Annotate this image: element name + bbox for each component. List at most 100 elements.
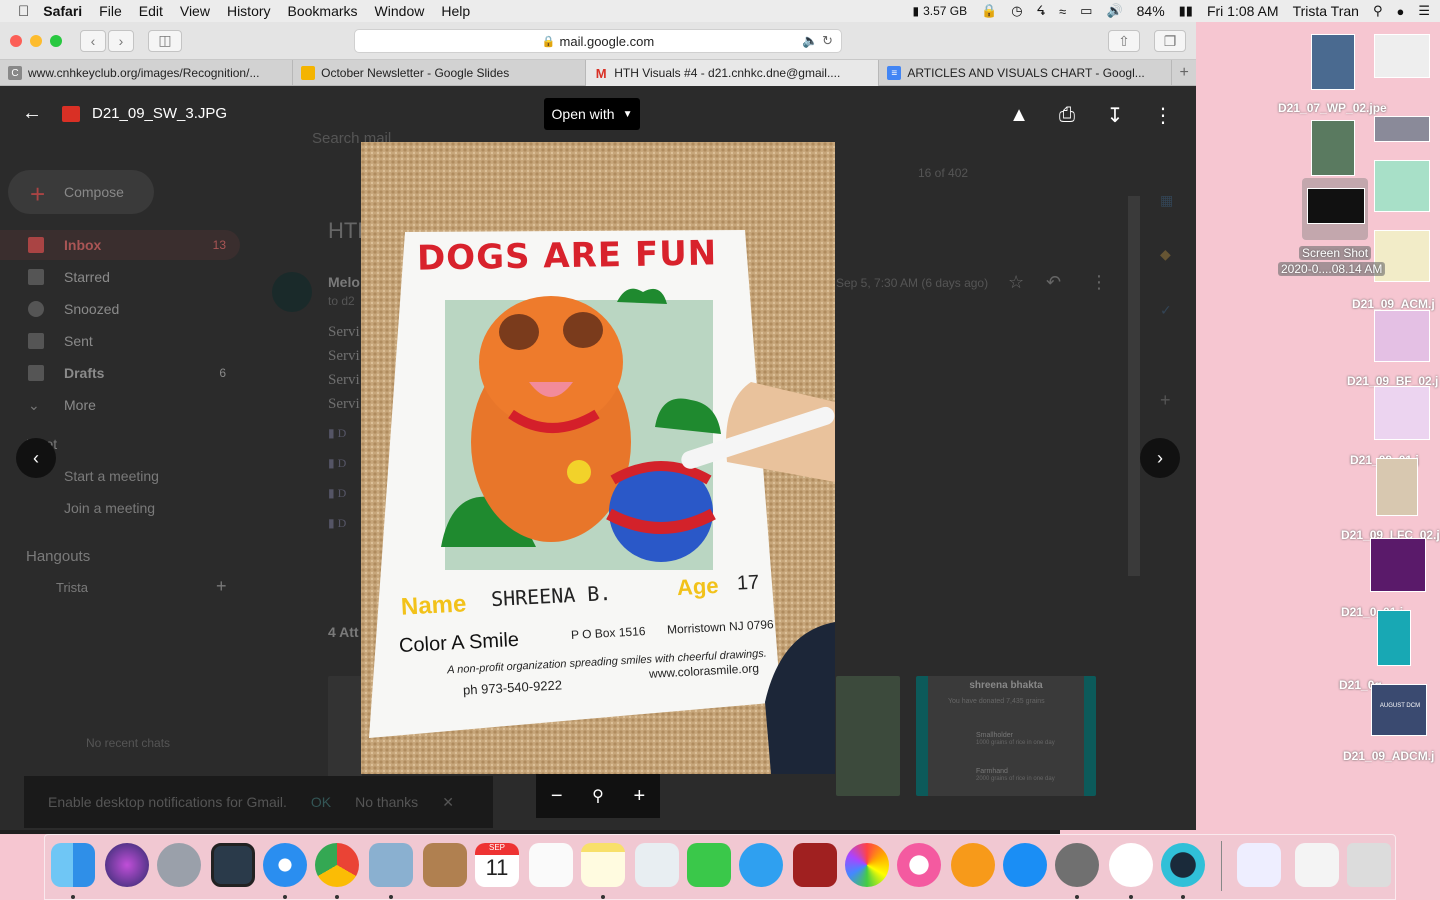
sidebar-toggle-button[interactable]: ◫: [148, 29, 182, 52]
desktop-file-thumb[interactable]: [1311, 34, 1355, 90]
desktop-file-label[interactable]: D21_07_WP_02.jpe: [1278, 101, 1387, 115]
desktop-file-thumb-selected[interactable]: [1307, 188, 1365, 224]
print-icon[interactable]: ⎙: [1054, 102, 1080, 128]
notification-ok[interactable]: OK: [311, 794, 331, 810]
attachment-thumb-donation[interactable]: shreena bhakta You have donated 7,435 gr…: [916, 676, 1096, 796]
desktop-file-thumb[interactable]: [1374, 34, 1430, 78]
join-meeting-link[interactable]: Join a meeting: [64, 500, 155, 516]
more-options-icon[interactable]: ⋮: [1150, 102, 1176, 128]
attachment-link[interactable]: ▮ D: [328, 426, 346, 441]
app-store-icon[interactable]: [1003, 843, 1047, 887]
new-tab-button[interactable]: +: [1172, 60, 1196, 85]
contacts-icon[interactable]: [423, 843, 467, 887]
desktop-file-label[interactable]: D21_09_ADCM.j: [1343, 749, 1434, 763]
notification-center-icon[interactable]: ☰: [1418, 3, 1430, 19]
nav-snoozed[interactable]: Snoozed: [0, 294, 240, 324]
battery-percent[interactable]: 84%: [1137, 3, 1165, 19]
scrollbar[interactable]: [1128, 196, 1140, 576]
photo-booth-icon[interactable]: [793, 843, 837, 887]
preview-icon[interactable]: [369, 843, 413, 887]
menu-edit[interactable]: Edit: [139, 3, 163, 19]
desktop-file-thumb[interactable]: [1374, 386, 1430, 440]
desktop-file-label[interactable]: D21_09_ACM.j: [1352, 297, 1435, 311]
monday-icon[interactable]: [1109, 843, 1153, 887]
reply-icon[interactable]: ↶: [1046, 272, 1061, 293]
tab-october-newsletter[interactable]: October Newsletter - Google Slides: [293, 60, 587, 86]
audio-icon[interactable]: 🔈: [802, 33, 818, 48]
nav-starred[interactable]: Starred: [0, 262, 240, 292]
battery-icon[interactable]: ▮▮: [1179, 3, 1193, 19]
safari-icon[interactable]: [263, 843, 307, 887]
nav-drafts[interactable]: Drafts 6: [0, 358, 240, 388]
menu-file[interactable]: File: [99, 3, 122, 19]
star-icon[interactable]: ☆: [1008, 272, 1024, 293]
wifi-icon[interactable]: ≈: [1059, 4, 1066, 19]
close-window-button[interactable]: [10, 34, 22, 47]
desktop-file-thumb[interactable]: [1374, 116, 1430, 142]
address-bar[interactable]: 🔒 mail.google.com 🔈 ↻: [354, 29, 842, 53]
reminders-icon[interactable]: [529, 843, 573, 887]
next-image-button[interactable]: ›: [1140, 438, 1180, 478]
desktop-file-label-selected[interactable]: Screen Shot: [1299, 246, 1372, 260]
nav-sent[interactable]: Sent: [0, 326, 240, 356]
attachment-link[interactable]: ▮ D: [328, 486, 346, 501]
nav-more[interactable]: ⌄ More: [0, 390, 240, 420]
desktop-file-thumb[interactable]: [1311, 120, 1355, 176]
add-chat-icon[interactable]: +: [216, 576, 227, 597]
mission-control-icon[interactable]: [211, 843, 255, 887]
desktop-file-thumb[interactable]: [1377, 610, 1411, 666]
menu-window[interactable]: Window: [375, 3, 425, 19]
downloads-stack-icon[interactable]: [1237, 843, 1281, 887]
finder-icon[interactable]: [51, 843, 95, 887]
tab-gmail[interactable]: M HTH Visuals #4 - d21.cnhkc.dne@gmail..…: [586, 60, 880, 86]
back-arrow-icon[interactable]: ←: [22, 102, 42, 125]
apple-icon[interactable]: : [18, 3, 29, 20]
menu-help[interactable]: Help: [441, 3, 470, 19]
desktop-file-thumb-august-dcm[interactable]: AUGUST DCM: [1371, 684, 1427, 736]
zoom-in-icon[interactable]: +: [633, 785, 645, 808]
airplay-icon[interactable]: ▭: [1080, 3, 1092, 19]
itunes-icon[interactable]: [897, 843, 941, 887]
zoom-out-icon[interactable]: −: [551, 785, 563, 808]
facetime-icon[interactable]: [687, 843, 731, 887]
tab-articles-chart[interactable]: ≡ ARTICLES AND VISUALS CHART - Googl...: [879, 60, 1173, 86]
bluetooth-icon[interactable]: ᖧ: [1037, 3, 1045, 19]
notification-no-thanks[interactable]: No thanks: [355, 794, 418, 810]
books-icon[interactable]: [951, 843, 995, 887]
chrome-icon[interactable]: [315, 843, 359, 887]
siri-icon[interactable]: ●: [1396, 4, 1404, 19]
spotlight-icon[interactable]: ⚲: [1373, 3, 1383, 19]
zoom-window-button[interactable]: [50, 34, 62, 47]
tab-cnhkeyclub[interactable]: C www.cnhkeyclub.org/images/Recognition/…: [0, 60, 294, 86]
attachment-link[interactable]: ▮ D: [328, 516, 346, 531]
launchpad-icon[interactable]: [157, 843, 201, 887]
messages-icon[interactable]: [739, 843, 783, 887]
download-icon[interactable]: ↧: [1102, 102, 1128, 128]
lock-icon[interactable]: 🔒: [981, 3, 997, 19]
back-button[interactable]: ‹: [80, 29, 106, 52]
photos-icon[interactable]: [845, 843, 889, 887]
attachment-link[interactable]: ▮ D: [328, 456, 346, 471]
compose-button[interactable]: + Compose: [8, 170, 154, 214]
menu-view[interactable]: View: [180, 3, 210, 19]
more-vert-icon[interactable]: ⋮: [1090, 272, 1108, 293]
maps-icon[interactable]: [635, 843, 679, 887]
attachment-thumb[interactable]: [836, 676, 900, 796]
system-preferences-icon[interactable]: [1055, 843, 1099, 887]
forward-button[interactable]: ›: [108, 29, 134, 52]
calendar-icon[interactable]: SEP 11: [475, 843, 519, 887]
trash-icon[interactable]: [1347, 843, 1391, 887]
memory-icon[interactable]: ▮ 3.57 GB: [912, 4, 967, 18]
nav-inbox[interactable]: Inbox 13: [0, 230, 240, 260]
desktop-file-thumb[interactable]: [1370, 538, 1426, 592]
notes-icon[interactable]: [581, 843, 625, 887]
siri-icon[interactable]: [105, 843, 149, 887]
close-icon[interactable]: ✕: [442, 794, 454, 811]
desktop-file-thumb[interactable]: [1374, 160, 1430, 212]
reload-icon[interactable]: ↻: [822, 33, 833, 48]
hangouts-user[interactable]: Trista: [56, 580, 88, 595]
documents-stack-icon[interactable]: [1295, 843, 1339, 887]
previous-image-button[interactable]: ‹: [16, 438, 56, 478]
share-button[interactable]: ⇧: [1108, 30, 1140, 52]
add-addon-icon[interactable]: +: [1160, 390, 1171, 411]
